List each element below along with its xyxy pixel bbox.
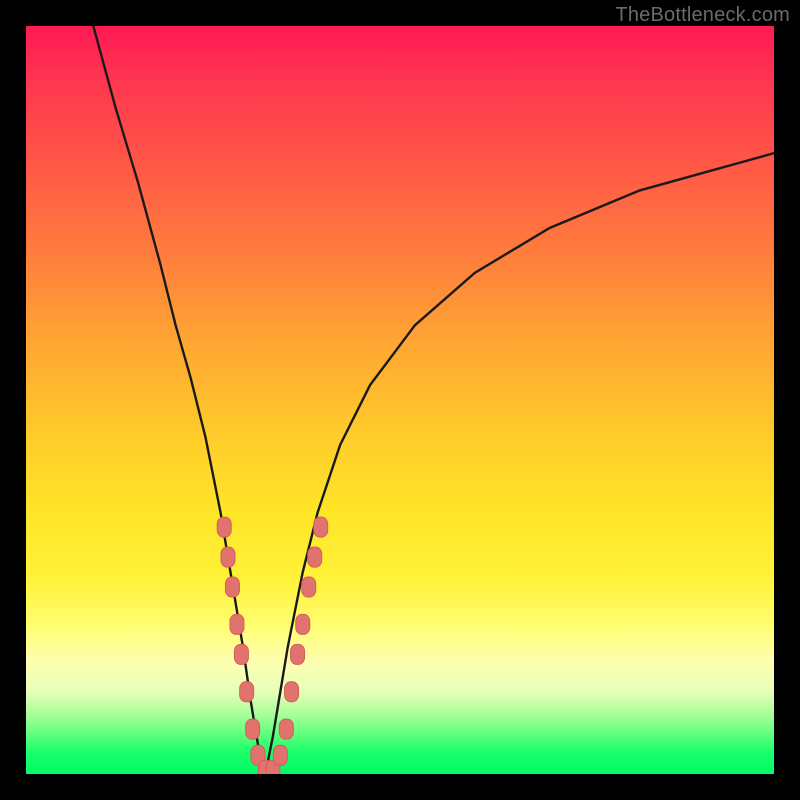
trough-marker <box>221 547 235 567</box>
trough-marker <box>273 745 287 765</box>
trough-marker <box>314 517 328 537</box>
trough-marker <box>230 614 244 634</box>
trough-marker <box>225 577 239 597</box>
trough-marker <box>296 614 310 634</box>
trough-marker <box>217 517 231 537</box>
trough-marker <box>291 644 305 664</box>
trough-marker <box>240 682 254 702</box>
watermark-text: TheBottleneck.com <box>615 4 790 27</box>
trough-marker <box>302 577 316 597</box>
right-branch-curve <box>265 153 774 774</box>
trough-marker <box>234 644 248 664</box>
trough-marker <box>308 547 322 567</box>
outer-frame: TheBottleneck.com <box>0 0 800 800</box>
plot-area <box>26 26 774 774</box>
trough-marker <box>246 719 260 739</box>
trough-marker <box>279 719 293 739</box>
chart-svg <box>26 26 774 774</box>
trough-marker <box>285 682 299 702</box>
